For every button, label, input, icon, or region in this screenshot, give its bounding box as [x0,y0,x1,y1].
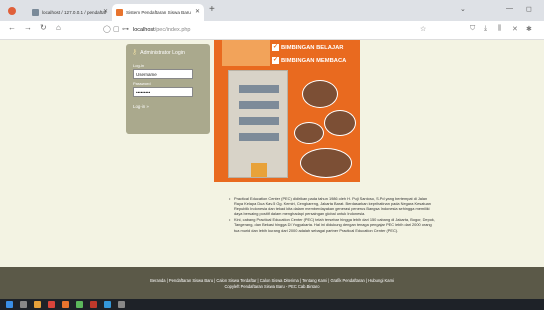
description-paragraph: Practical Education Center (PEC) didirik… [229,196,436,216]
page-content: ⚷ Administrator Login Log-in Username Pas… [0,40,544,267]
about-description: Practical Education Center (PEC) didirik… [226,196,436,234]
app-icon[interactable] [48,301,55,308]
banner-label-2: ✓ BIMBINGAN MEMBACA [272,57,347,65]
search-icon[interactable] [20,301,27,308]
url-host: localhost [133,27,155,33]
extension-close-icon[interactable]: ✕ [512,25,518,33]
login-submit-link[interactable]: Log-in » [133,104,149,109]
forward-icon[interactable]: → [24,23,32,32]
home-icon[interactable]: ⌂ [56,23,61,32]
checkmark-icon: ✓ [272,44,279,51]
tab-active-site[interactable]: Sistem Pendaftaran Siswa Baru ✕ [112,4,204,21]
url-path: /pec/index.php [154,27,191,33]
banner-label-1: ✓ BIMBINGAN BELAJAR [272,44,344,52]
footer-nav-links[interactable]: Beranda | Pendaftaran Siswa Baru | Calon… [0,278,544,283]
tab-phpmyadmin[interactable]: localhost / 127.0.0.1 / pendaftar ✕ [28,4,112,21]
app-icon[interactable] [104,301,111,308]
new-tab-icon[interactable]: + [209,4,215,15]
reload-icon[interactable]: ↻ [40,23,47,32]
login-heading: ⚷ Administrator Login [132,48,185,56]
activity-photo [324,110,356,136]
browser-toolbar: ← → ↻ ⌂ ◯ ▢ ⊶ localhost/pec/index.php ☆ … [0,21,544,40]
banner-logo-block [222,40,270,66]
close-tab-icon[interactable]: ✕ [195,8,200,15]
tab-label: Sistem Pendaftaran Siswa Baru [126,10,191,15]
library-icon[interactable]: ⫼ [498,25,501,33]
shield-icon[interactable]: ◯ [103,25,111,33]
activity-photo [302,80,338,108]
tab-favicon-icon [116,9,123,16]
password-input[interactable]: ••••••••• [133,87,193,97]
admin-login-panel: ⚷ Administrator Login Log-in Username Pas… [126,44,210,134]
browser-menu-icon[interactable] [8,7,16,15]
password-label: Password [133,81,151,86]
app-icon[interactable] [118,301,125,308]
download-icon[interactable]: ⤓ [484,25,487,33]
activity-photo [294,122,324,144]
building-photo [228,70,288,178]
address-bar[interactable]: ◯ ▢ ⊶ localhost/pec/index.php [103,24,433,37]
folder-icon[interactable] [34,301,41,308]
tab-bar: localhost / 127.0.0.1 / pendaftar ✕ Sist… [0,0,544,21]
tab-favicon-icon [32,9,39,16]
username-label: Log-in [133,63,145,68]
description-paragraph: Kini, cabang Practical Education Center … [229,217,436,232]
extension-icon[interactable]: ✱ [526,25,532,33]
app-icon[interactable] [76,301,83,308]
os-taskbar [0,299,544,310]
connection-icon[interactable]: ⊶ [122,25,129,33]
login-title: Administrator Login [140,50,185,56]
checkmark-icon: ✓ [272,57,279,64]
minimize-icon[interactable]: — [506,5,513,12]
maximize-icon[interactable]: ◻ [526,5,532,13]
start-icon[interactable] [6,301,13,308]
firefox-icon[interactable] [62,301,69,308]
username-input[interactable]: Username [133,69,193,79]
key-icon: ⚷ [132,49,138,56]
activity-photo [300,148,352,178]
close-tab-icon[interactable]: ✕ [103,8,108,15]
pocket-icon[interactable]: ⛉ [470,25,475,33]
back-icon[interactable]: ← [8,23,16,32]
site-footer: Beranda | Pendaftaran Siswa Baru | Calon… [0,267,544,299]
tab-list-chevron-icon[interactable]: ⌄ [460,5,466,13]
tab-label: localhost / 127.0.0.1 / pendaftar [42,10,107,15]
bookmark-star-icon[interactable]: ☆ [420,25,426,33]
page-info-icon[interactable]: ▢ [113,25,120,33]
header-banner-image: ✓ BIMBINGAN BELAJAR ✓ BIMBINGAN MEMBACA [214,40,360,182]
app-icon[interactable] [90,301,97,308]
footer-copyright: Copyleft Pendaftaran Siswa Baru - PEC Ca… [224,284,320,289]
